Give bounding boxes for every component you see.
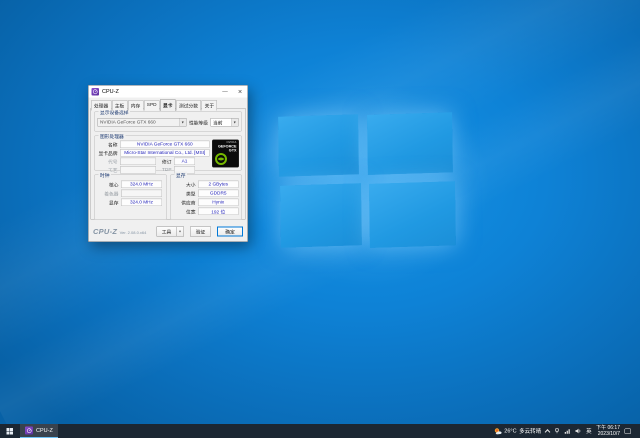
start-button[interactable] xyxy=(0,424,19,438)
shader-clock-value xyxy=(121,190,162,198)
usb-eject-icon[interactable] xyxy=(554,428,560,434)
nvidia-geforce-logo: NVIDIA GEFORCE GTX xyxy=(212,140,239,168)
revision-value: A1 xyxy=(174,158,195,166)
clock-date: 2023/10/7 xyxy=(596,431,620,437)
tools-dropdown-arrow[interactable]: ▾ xyxy=(177,227,185,237)
board-manuf-value: Micro-Star International Co., Ltd. [MSI] xyxy=(120,149,210,157)
temperature-text: 26°C xyxy=(504,428,516,434)
mem-buswidth-value: 192 位 xyxy=(198,208,239,216)
code-name-value xyxy=(120,158,156,166)
cpuz-icon xyxy=(92,88,100,96)
chevron-down-icon: ▾ xyxy=(179,119,186,127)
core-clock-label: 核心 xyxy=(98,181,119,188)
window-title: CPU-Z xyxy=(102,89,218,95)
tab-strip: 处理器 主板 内存 SPD 显卡 测试分数 关于 xyxy=(89,98,248,111)
hidden-icons-chevron-icon[interactable] xyxy=(545,429,551,435)
mem-size-label: 大小 xyxy=(174,181,196,188)
gpu-group: 图形处理器 名称 NVIDIA GeForce GTX 660 显卡品牌 Mic… xyxy=(94,136,242,171)
taskbar-clock[interactable]: 下午 06:17 2023/10/7 xyxy=(596,425,620,437)
group-label: 图形处理器 xyxy=(99,133,126,140)
version-text: Ver. 2.08.0.x64 xyxy=(120,230,147,235)
windows-logo-pane xyxy=(369,181,456,248)
cpuz-window: CPU-Z — ✕ 处理器 主板 内存 SPD 显卡 测试分数 关于 显示设备选… xyxy=(88,85,248,242)
board-manuf-label: 显卡品牌 xyxy=(98,149,118,156)
technology-value xyxy=(120,166,156,174)
mem-buswidth-label: 位宽 xyxy=(174,208,196,215)
volume-icon[interactable] xyxy=(575,428,582,434)
tab-graphics[interactable]: 显卡 xyxy=(160,99,176,111)
taskbar-app-cpuz[interactable]: CPU-Z xyxy=(20,424,58,438)
core-clock-value: 324.0 MHz xyxy=(121,181,162,189)
perf-level-select[interactable]: 当前 ▾ xyxy=(211,118,239,127)
mem-type-label: 类型 xyxy=(174,190,196,197)
system-tray: 26°C 多云转晴 英 下午 06:17 2023/10/7 xyxy=(493,424,640,438)
weather-widget[interactable]: 26°C 多云转晴 xyxy=(493,427,541,435)
windows-logo-pane xyxy=(280,183,362,248)
tab-mainboard[interactable]: 主板 xyxy=(112,100,128,111)
tdp-label: TDP xyxy=(159,167,172,173)
mem-vendor-value: Hynix xyxy=(198,199,239,207)
memory-clock-label: 显存 xyxy=(98,199,119,206)
network-icon[interactable] xyxy=(565,428,571,434)
minimize-button[interactable]: — xyxy=(218,86,233,98)
windows-logo xyxy=(277,109,457,256)
ime-language-indicator[interactable]: 英 xyxy=(586,427,592,435)
tools-button[interactable]: 工具 xyxy=(157,227,177,237)
screen: CPU-Z — ✕ 处理器 主板 内存 SPD 显卡 测试分数 关于 显示设备选… xyxy=(0,0,640,438)
mem-vendor-label: 供应商 xyxy=(174,199,196,206)
taskbar: CPU-Z 26°C 多云转晴 xyxy=(0,424,640,438)
display-device-select[interactable]: NVIDIA GeForce GTX 660 ▾ xyxy=(98,118,187,127)
titlebar[interactable]: CPU-Z — ✕ xyxy=(89,86,248,98)
tab-cpu[interactable]: 处理器 xyxy=(91,100,111,111)
tab-about[interactable]: 关于 xyxy=(202,100,218,111)
nvidia-eye-icon xyxy=(214,152,229,167)
clocks-group: 时钟 核心 324.0 MHz 着色器 显存 324.0 MHz xyxy=(94,175,167,220)
mem-type-value: GDDR5 xyxy=(198,190,239,198)
memory-clock-value: 324.0 MHz xyxy=(121,199,162,207)
close-button[interactable]: ✕ xyxy=(233,86,248,98)
tab-spd[interactable]: SPD xyxy=(144,100,160,111)
display-device-value: NVIDIA GeForce GTX 660 xyxy=(98,120,179,126)
action-center-icon[interactable] xyxy=(625,428,632,434)
windows-logo-pane xyxy=(278,114,359,177)
group-label: 时钟 xyxy=(99,172,112,179)
taskbar-app-label: CPU-Z xyxy=(36,428,53,434)
chevron-down-icon: ▾ xyxy=(231,119,238,127)
windows-logo-pane xyxy=(367,112,453,175)
perf-level-label: 性能等级 xyxy=(189,119,208,126)
group-label: 显存 xyxy=(175,172,188,179)
tab-bench[interactable]: 测试分数 xyxy=(176,100,201,111)
memory-group: 显存 大小 2 GBytes 类型 GDDR5 供应商 Hynix xyxy=(170,175,242,220)
weather-sun-cloud-icon xyxy=(493,427,502,435)
ok-button[interactable]: 确定 xyxy=(217,227,243,237)
perf-level-value: 当前 xyxy=(211,119,231,126)
revision-label: 修订 xyxy=(159,158,172,165)
code-name-label: 代号 xyxy=(98,158,118,165)
windows-start-icon xyxy=(6,428,13,435)
tab-memory[interactable]: 内存 xyxy=(128,100,144,111)
weather-condition-text: 多云转晴 xyxy=(519,427,541,435)
display-device-group: 显示设备选择 NVIDIA GeForce GTX 660 ▾ 性能等级 当前 … xyxy=(94,112,242,132)
gpu-name-value: NVIDIA GeForce GTX 660 xyxy=(120,141,210,149)
gpu-name-label: 名称 xyxy=(98,141,118,148)
mem-size-value: 2 GBytes xyxy=(198,181,239,189)
graphics-tab-page: 显示设备选择 NVIDIA GeForce GTX 660 ▾ 性能等级 当前 … xyxy=(91,108,246,220)
validate-button[interactable]: 验证 xyxy=(190,227,211,237)
cpuz-icon xyxy=(25,427,33,435)
shader-clock-label: 着色器 xyxy=(98,190,119,197)
cpuz-brand-text: CPU-Z xyxy=(93,227,117,236)
dialog-footer: CPU-Z Ver. 2.08.0.x64 工具 ▾ 验证 确定 xyxy=(93,226,243,237)
